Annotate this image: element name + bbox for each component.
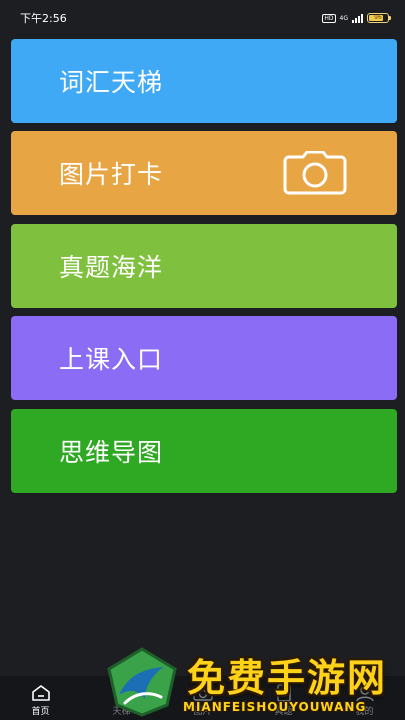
nav-item-exam[interactable]: 真题	[254, 684, 314, 720]
menu-card-class-entry[interactable]: 上课入口	[11, 316, 397, 400]
nav-item-photo[interactable]: 图片	[173, 684, 233, 720]
document-icon	[276, 684, 291, 702]
ladder-icon	[116, 686, 127, 700]
menu-card-photo-checkin[interactable]: 图片打卡	[11, 131, 397, 215]
menu-card-label: 思维导图	[59, 438, 164, 467]
bottom-nav: 首页 天梯 图片 真题 我的	[0, 676, 405, 720]
nav-item-label: 首页	[31, 707, 50, 717]
status-icons: HD 4G 96	[322, 13, 391, 23]
nav-item-label: 天梯	[112, 707, 131, 717]
camera-icon	[192, 685, 213, 701]
menu-card-exam-ocean[interactable]: 真题海洋	[11, 224, 397, 308]
signal-icon	[352, 13, 363, 23]
home-icon	[31, 685, 50, 701]
menu-card-mind-map[interactable]: 思维导图	[11, 409, 397, 493]
menu-card-label: 词汇天梯	[59, 68, 164, 97]
status-time: 下午2:56	[20, 12, 67, 25]
nav-item-label: 我的	[355, 707, 374, 717]
battery-level: 96	[374, 14, 382, 21]
nav-item-ladder[interactable]: 天梯	[92, 684, 152, 720]
network-type-icon: 4G	[339, 14, 348, 22]
status-bar: 下午2:56 HD 4G 96	[0, 0, 405, 36]
camera-icon	[283, 151, 347, 195]
menu-card-label: 图片打卡	[59, 160, 164, 189]
hd-icon: HD	[322, 13, 336, 23]
nav-item-profile[interactable]: 我的	[335, 684, 395, 720]
nav-item-label: 图片	[193, 707, 212, 717]
user-icon	[355, 685, 374, 702]
menu-card-label: 真题海洋	[59, 253, 164, 282]
nav-item-home[interactable]: 首页	[11, 684, 71, 720]
menu-card-label: 上课入口	[59, 345, 164, 374]
battery-icon: 96	[367, 13, 391, 23]
menu-card-vocabulary-ladder[interactable]: 词汇天梯	[11, 39, 397, 123]
nav-item-label: 真题	[274, 707, 293, 717]
